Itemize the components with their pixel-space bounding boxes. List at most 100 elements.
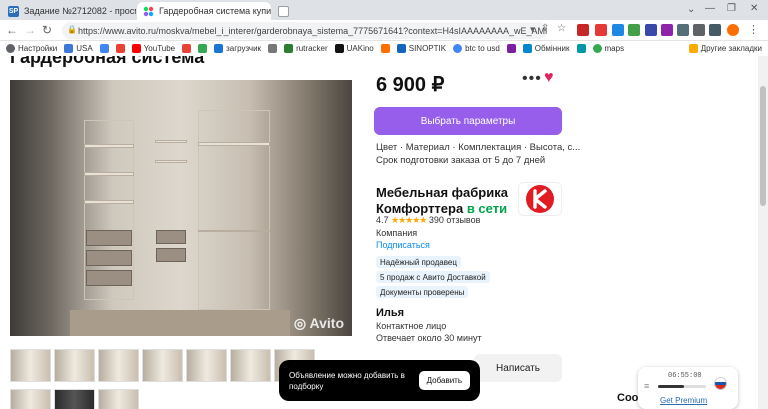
thumbnail[interactable] — [10, 349, 51, 382]
subscribe-link[interactable]: Подписаться — [376, 240, 430, 250]
bookmark-rutracker[interactable]: rutracker — [284, 44, 328, 53]
menu-kebab-icon[interactable]: ⋮ — [748, 23, 759, 36]
forward-icon[interactable]: → — [24, 23, 36, 37]
thumbnail[interactable] — [142, 349, 183, 382]
thumbnail[interactable] — [54, 349, 95, 382]
badge-reliable-seller: Надёжный продавец — [376, 256, 461, 268]
thumbnail[interactable] — [98, 389, 139, 409]
vpn-progress-fill — [658, 385, 685, 388]
bookmark-settings[interactable]: Настройки — [6, 44, 57, 53]
bookmark-usa[interactable]: USA — [64, 44, 93, 53]
extension-green-icon[interactable] — [628, 24, 640, 36]
photo-drawer — [86, 270, 132, 286]
thumbnail[interactable] — [10, 389, 51, 409]
photo-floor — [70, 310, 290, 336]
tab-new[interactable] — [272, 2, 294, 20]
photo-drawer — [156, 230, 186, 244]
russia-flag-ext-icon[interactable] — [595, 24, 607, 36]
browser-toolbar: ← → ↻ 🔒 https://www.avito.ru/moskva/mebe… — [0, 20, 768, 41]
select-parameters-button[interactable]: Выбрать параметры — [374, 107, 562, 135]
contact-name[interactable]: Илья — [376, 307, 404, 319]
favorite-heart-icon[interactable]: ♥ — [544, 69, 554, 87]
sinoptik-icon — [396, 44, 406, 53]
thumbnail-row — [10, 389, 139, 409]
profile-avatar-icon[interactable] — [727, 24, 739, 36]
bookmark-youtube[interactable]: YouTube — [131, 44, 175, 53]
photo-shelf — [84, 144, 134, 148]
thumbnail[interactable] — [230, 349, 271, 382]
page-scrollbar[interactable] — [758, 56, 768, 409]
get-premium-link[interactable]: Get Premium — [660, 396, 707, 405]
bookmark-exchanger[interactable]: Обмінник — [522, 44, 570, 53]
site-icon — [506, 44, 516, 53]
tab-task[interactable]: SP Задание №2712082 - просмотр з ✕ — [2, 2, 136, 20]
more-options-icon[interactable]: ••• — [522, 70, 542, 88]
bookmark-maps[interactable]: maps — [592, 44, 624, 53]
main-product-photo[interactable]: ◎ Avito — [10, 80, 352, 336]
bookmark-uakino[interactable]: UAKino — [334, 44, 374, 53]
address-bar[interactable]: 🔒 https://www.avito.ru/moskva/mebel_i_in… — [62, 22, 547, 39]
extension-purple-icon[interactable] — [661, 24, 673, 36]
write-message-button[interactable]: Написать — [474, 354, 562, 382]
bookmark-icon-3[interactable] — [198, 44, 208, 53]
photo-drawer — [86, 250, 132, 266]
seller-name-link[interactable]: Мебельная фабрика Комфорттера в сети — [376, 185, 516, 217]
scrollbar-thumb[interactable] — [760, 86, 766, 206]
maximize-icon[interactable]: ❐ — [727, 3, 736, 14]
download-icon[interactable] — [677, 24, 689, 36]
bookmark-other[interactable]: Другие закладки — [688, 44, 762, 53]
exchange-icon — [522, 44, 532, 53]
toast-add-button[interactable]: Добавить — [418, 371, 470, 390]
price: 6 900 ₽ — [376, 74, 445, 96]
tab-avito[interactable]: Гардеробная система купить в М ✕ — [137, 2, 271, 20]
uakino-icon — [334, 44, 344, 53]
folder-icon — [64, 44, 74, 53]
reload-icon[interactable]: ↻ — [42, 23, 52, 37]
photo-shelf — [155, 140, 187, 143]
photo-drawer — [156, 248, 186, 262]
params-summary: Цвет · Материал · Комплектация · Высота,… — [376, 142, 581, 153]
extension-indigo-icon[interactable] — [645, 24, 657, 36]
bookmark-btc[interactable]: btc to usd — [453, 44, 500, 53]
bookmark-icon-4[interactable] — [268, 44, 278, 53]
bookmark-icon-2[interactable] — [115, 44, 125, 53]
toast-message: Объявление можно добавить в подборку — [289, 370, 405, 391]
seller-rating[interactable]: 4.7 ★★★★★ 390 отзывов — [376, 215, 480, 226]
dropdown-arrow-icon[interactable]: ▾ — [530, 24, 535, 35]
menu-icon[interactable]: ≡ — [644, 381, 649, 391]
thumbnail[interactable] — [186, 349, 227, 382]
photo-shelf — [84, 200, 134, 204]
side-panel-icon[interactable] — [709, 24, 721, 36]
extension-blue-icon[interactable] — [612, 24, 624, 36]
maps-pin-icon — [592, 44, 602, 53]
minimize-icon[interactable]: — — [705, 3, 715, 14]
thumbnail[interactable] — [98, 349, 139, 382]
site-icon — [576, 44, 586, 53]
close-window-icon[interactable]: ✕ — [750, 3, 758, 14]
url-text: https://www.avito.ru/moskva/mebel_i_inte… — [78, 25, 547, 36]
back-icon[interactable]: ← — [6, 23, 18, 37]
vpn-progress-bar — [658, 385, 706, 388]
bookmark-icon-6[interactable] — [506, 44, 516, 53]
tab-search-icon[interactable]: ⌄ — [687, 4, 695, 15]
bookmark-icon-7[interactable] — [576, 44, 586, 53]
bookmark-icon-1[interactable] — [99, 44, 109, 53]
share-icon[interactable]: ⇪ — [541, 23, 549, 34]
bookmark-star-icon[interactable]: ☆ — [557, 23, 566, 34]
bookmark-downloader[interactable]: загрузчик — [214, 44, 261, 53]
photo-drawer — [86, 230, 132, 246]
extension-red-icon[interactable] — [577, 24, 589, 36]
avito-listing-page: Гардеробная система ◎ Avito 6 900 ₽ ••• … — [0, 56, 768, 409]
sp-favicon-icon: SP — [8, 5, 19, 17]
bookmark-sinoptik[interactable]: SINOPTIK — [396, 44, 446, 53]
russia-flag-icon[interactable] — [714, 377, 727, 390]
add-to-collection-toast: Объявление можно добавить в подборку Доб… — [279, 360, 480, 401]
bookmark-gmail[interactable] — [182, 44, 192, 53]
thumbnail[interactable] — [54, 389, 95, 409]
bookmark-icon-5[interactable] — [380, 44, 390, 53]
youtube-icon — [131, 44, 141, 53]
rutracker-icon — [284, 44, 294, 53]
seller-logo[interactable] — [518, 182, 562, 216]
avito-favicon-icon — [143, 5, 154, 17]
extensions-puzzle-icon[interactable] — [693, 24, 705, 36]
